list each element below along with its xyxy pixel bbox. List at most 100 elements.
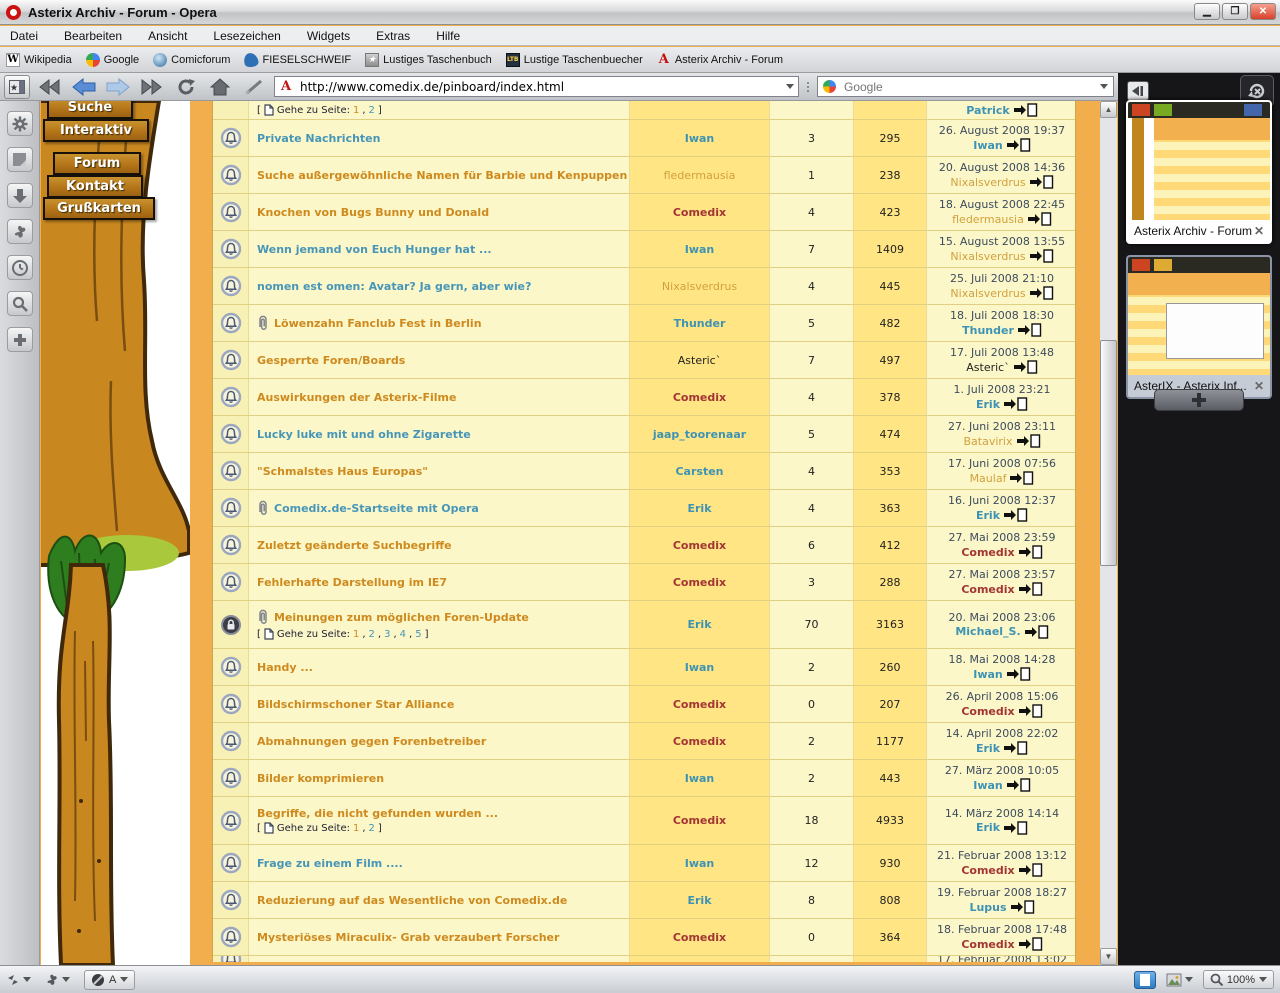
goto-last-post-icon[interactable] [1007,778,1031,792]
last-post-author[interactable]: Erik [976,509,1000,522]
goto-last-post-icon[interactable] [1030,286,1054,300]
last-post-author[interactable]: Comedix [961,546,1014,559]
last-post-author[interactable]: Erik [976,398,1000,411]
goto-last-post-icon[interactable] [1025,625,1049,639]
topic-title-link[interactable]: Knochen von Bugs Bunny und Donald [257,206,489,219]
page-scrollbar[interactable]: ▲ ▼ [1100,101,1117,965]
tab-thumbnail-active[interactable]: Asterix Archiv - Forum✕ [1126,100,1272,244]
scrollbar-thumb[interactable] [1100,340,1117,566]
topic-author[interactable]: Asteric` [678,354,721,367]
menu-lesezeichen[interactable]: Lesezeichen [213,29,280,43]
topic-title-link[interactable]: Löwenzahn Fanclub Fest in Berlin [274,317,482,330]
topic-title-link[interactable]: Frage zu einem Film .... [257,857,403,870]
page-number-link[interactable]: 5 [415,629,421,640]
last-post-author[interactable]: Patrick [966,104,1009,117]
topic-title-link[interactable]: Fehlerhafte Darstellung im IE7 [257,576,447,589]
panel-collapse-button[interactable] [1127,81,1149,101]
back-button[interactable] [70,76,98,98]
page-number-link[interactable]: 2 [369,823,375,834]
topic-author[interactable]: Comedix [673,814,726,827]
last-post-author[interactable]: Nixalsverdrus [950,287,1025,300]
topic-author[interactable]: Thunder [674,317,726,330]
menu-ansicht[interactable]: Ansicht [148,29,187,43]
last-post-author[interactable]: Erik [976,821,1000,834]
last-post-author[interactable]: Iwan [973,139,1003,152]
menu-bearbeiten[interactable]: Bearbeiten [64,29,122,43]
forward-button[interactable] [104,76,132,98]
last-post-author[interactable]: Iwan [973,668,1003,681]
goto-last-post-icon[interactable] [1028,212,1052,226]
topic-author[interactable]: Nixalsverdrus [662,280,737,293]
bookmark-google[interactable]: Google [86,53,139,67]
settings-panel-button[interactable] [7,111,33,136]
topic-author[interactable]: Comedix [673,539,726,552]
page-number-link[interactable]: 1 [353,629,359,640]
topic-author[interactable]: Comedix [673,206,726,219]
topic-author[interactable]: Erik [687,502,711,515]
tab-thumbnail-inactive[interactable]: AsterIX - Asterix Inf...✕ [1126,255,1272,399]
minimize-button[interactable]: ▁ [1194,3,1220,20]
search-input[interactable] [842,79,1094,95]
topic-title-link[interactable]: Wenn jemand von Euch Hunger hat ... [257,243,492,256]
topic-title-link[interactable]: Lucky luke mit und ohne Zigarette [257,428,471,441]
last-post-author[interactable]: Comedix [961,705,1014,718]
last-post-author[interactable]: Batavirix [964,435,1013,448]
last-post-author[interactable]: Comedix [961,864,1014,877]
topic-author[interactable]: Erik [687,894,711,907]
page-number-link[interactable]: 2 [369,105,375,116]
home-button[interactable] [206,76,234,98]
widgets-status-button[interactable] [45,973,70,987]
bookmark-comicforum[interactable]: Comicforum [153,53,230,67]
topic-title-link[interactable]: Handy ... [257,661,313,674]
compose-button[interactable] [240,76,268,98]
last-post-author[interactable]: fledermausia [952,213,1024,226]
topic-author[interactable]: jaap_toorenaar [653,428,746,441]
sidebar-item-forum[interactable]: Forum [53,152,141,175]
add-panel-button[interactable] [7,327,33,352]
goto-last-post-icon[interactable] [1004,821,1028,835]
sidebar-item-interaktiv[interactable]: Interaktiv [43,119,149,142]
topic-title-link[interactable]: "Schmalstes Haus Europas" [257,465,428,478]
topic-title-link[interactable]: Auswirkungen der Asterix-Filme [257,391,456,404]
sidebar-item-suche[interactable]: Suche [47,101,133,119]
topic-title-link[interactable]: nomen est omen: Avatar? Ja gern, aber wi… [257,280,531,293]
goto-last-post-icon[interactable] [1014,360,1038,374]
tab-close-icon[interactable]: ✕ [1254,379,1264,393]
topic-title-link[interactable]: Abmahnungen gegen Forenbetreiber [257,735,486,748]
topic-author[interactable]: Comedix [673,735,726,748]
topic-title-link[interactable]: Suche außergewöhnliche Namen für Barbie … [257,169,627,182]
page-number-link[interactable]: 2 [369,629,375,640]
search-panel-button[interactable] [7,291,33,316]
last-post-author[interactable]: Erik [976,742,1000,755]
last-post-author[interactable]: Lupus [969,901,1006,914]
page-number-link[interactable]: 1 [353,105,359,116]
bookmark-asterix-forum[interactable]: Asterix Archiv - Forum [657,53,783,67]
topic-author[interactable]: Iwan [685,132,715,145]
last-post-author[interactable]: Comedix [961,583,1014,596]
goto-last-post-icon[interactable] [1010,471,1034,485]
panels-toggle-button[interactable]: ★ [4,75,30,99]
topic-author[interactable]: Comedix [673,391,726,404]
fast-forward-button[interactable] [138,76,166,98]
topic-author[interactable]: fledermausia [664,169,736,182]
last-post-author[interactable]: Iwan [973,779,1003,792]
topic-author[interactable]: Carsten [675,465,723,478]
last-post-author[interactable]: Maulaf [970,472,1007,485]
topic-title-link[interactable]: Mysteriöses Miraculix- Grab verzaubert F… [257,931,559,944]
history-panel-button[interactable] [7,255,33,280]
search-dropdown-icon[interactable] [1100,84,1108,89]
toolbar-divider[interactable] [805,82,811,92]
restore-button[interactable]: ❐ [1222,3,1248,20]
last-post-author[interactable]: Thunder [962,324,1014,337]
scroll-down-button[interactable]: ▼ [1100,948,1117,965]
display-mode-toggle[interactable]: A [84,970,135,990]
address-bar[interactable] [274,76,799,97]
topic-author[interactable]: Comedix [673,576,726,589]
rewind-button[interactable] [36,76,64,98]
topic-title-link[interactable]: Begriffe, die nicht gefunden wurden ... [257,807,498,820]
menu-extras[interactable]: Extras [376,29,410,43]
page-number-link[interactable]: 4 [400,629,406,640]
goto-last-post-icon[interactable] [1018,323,1042,337]
page-number-link[interactable]: 1 [353,823,359,834]
last-post-author[interactable]: Nixalsverdrus [950,176,1025,189]
